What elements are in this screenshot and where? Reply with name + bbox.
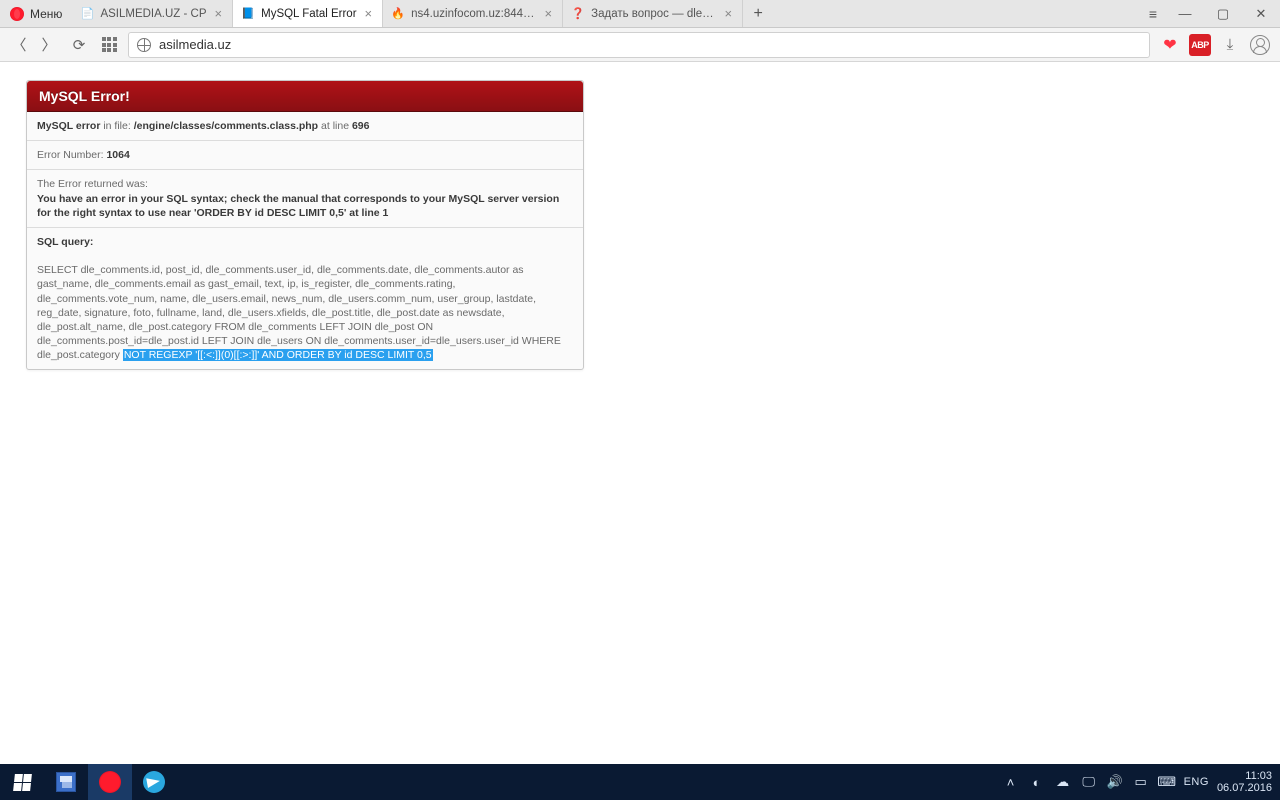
start-button[interactable] bbox=[0, 764, 44, 800]
reload-button[interactable]: ⟳ bbox=[68, 34, 90, 56]
error-number-label: Error Number: bbox=[37, 149, 106, 161]
tab-strip: 📄 ASILMEDIA.UZ - CP × 📘 MySQL Fatal Erro… bbox=[72, 0, 1140, 27]
tray-date: 06.07.2016 bbox=[1217, 782, 1272, 794]
tab-label: ASILMEDIA.UZ - CP bbox=[100, 8, 206, 20]
tray-battery-icon[interactable]: ▭ bbox=[1132, 773, 1150, 791]
close-tab-icon[interactable]: × bbox=[213, 6, 225, 21]
error-message-row: The Error returned was: You have an erro… bbox=[27, 170, 583, 228]
error-title: MySQL Error! bbox=[27, 81, 583, 112]
diskette-icon bbox=[56, 772, 76, 792]
toolbar-right: ❤ ABP ⤓ bbox=[1158, 33, 1272, 57]
tab-uzinfocom[interactable]: 🔥 ns4.uzinfocom.uz:8443 / lo × bbox=[383, 0, 563, 27]
tray-monitor-icon[interactable]: 🖵 bbox=[1080, 773, 1098, 791]
maximize-button[interactable]: ▢ bbox=[1204, 0, 1242, 27]
page-actions-icon[interactable]: ≡ bbox=[1140, 0, 1166, 27]
adblock-plus-button[interactable]: ABP bbox=[1188, 33, 1212, 57]
tab-dle-faq[interactable]: ❓ Задать вопрос — dle-faq × bbox=[563, 0, 743, 27]
url-field[interactable] bbox=[128, 32, 1150, 58]
tray-time: 11:03 bbox=[1217, 770, 1272, 782]
error-returned-label: The Error returned was: bbox=[37, 178, 148, 190]
grid-icon bbox=[102, 37, 117, 52]
tab-label: MySQL Fatal Error bbox=[261, 8, 356, 20]
close-tab-icon[interactable]: × bbox=[543, 6, 555, 21]
opera-logo-icon bbox=[10, 7, 24, 21]
sql-query-highlight[interactable]: NOT REGEXP '[[:<:]](0)[[:>:]]' AND ORDER… bbox=[123, 349, 433, 361]
close-tab-icon[interactable]: × bbox=[723, 6, 735, 21]
tray-chevron-up-icon[interactable]: ˄ bbox=[1002, 773, 1020, 791]
in-file-text: in file: bbox=[100, 120, 133, 132]
close-tab-icon[interactable]: × bbox=[363, 6, 375, 21]
tray-language[interactable]: ENG bbox=[1184, 776, 1209, 788]
back-button[interactable]: 〈 bbox=[8, 34, 30, 56]
windows-logo-icon bbox=[13, 774, 32, 791]
speed-dial-button[interactable] bbox=[98, 34, 120, 56]
error-line-number: 696 bbox=[352, 120, 370, 132]
taskbar-left bbox=[0, 764, 176, 800]
browser-titlebar: Меню 📄 ASILMEDIA.UZ - CP × 📘 MySQL Fatal… bbox=[0, 0, 1280, 28]
sql-query-label: SQL query: bbox=[37, 236, 93, 248]
taskbar-app-opera[interactable] bbox=[88, 764, 132, 800]
tab-label: ns4.uzinfocom.uz:8443 / lo bbox=[411, 8, 536, 20]
page-viewport: MySQL Error! MySQL error in file: /engin… bbox=[0, 62, 1280, 764]
tray-clock[interactable]: 11:03 06.07.2016 bbox=[1217, 770, 1274, 794]
taskbar-app-save[interactable] bbox=[44, 764, 88, 800]
tray-network-icon[interactable]: ◐ bbox=[1028, 773, 1046, 791]
new-tab-button[interactable]: + bbox=[743, 0, 773, 27]
tray-keyboard-icon[interactable]: ⌨ bbox=[1158, 773, 1176, 791]
tray-cloud-icon[interactable]: ☁ bbox=[1054, 773, 1072, 791]
tab-mysql-error[interactable]: 📘 MySQL Fatal Error × bbox=[233, 0, 383, 27]
mysql-error-card: MySQL Error! MySQL error in file: /engin… bbox=[26, 80, 584, 370]
error-message-text: You have an error in your SQL syntax; ch… bbox=[37, 193, 559, 219]
page-favicon-icon: 📘 bbox=[241, 7, 255, 21]
address-bar: 〈 〉 ⟳ ❤ ABP ⤓ bbox=[0, 28, 1280, 62]
window-controls: — ▢ ✕ bbox=[1166, 0, 1280, 27]
forward-button[interactable]: 〉 bbox=[38, 34, 60, 56]
taskbar-app-telegram[interactable] bbox=[132, 764, 176, 800]
sql-query-row: SQL query: SELECT dle_comments.id, post_… bbox=[27, 228, 583, 370]
error-number-row: Error Number: 1064 bbox=[27, 141, 583, 170]
opera-menu-button[interactable]: Меню bbox=[0, 0, 72, 27]
telegram-icon bbox=[143, 771, 165, 793]
minimize-button[interactable]: — bbox=[1166, 0, 1204, 27]
page-favicon-icon: ❓ bbox=[571, 7, 585, 21]
close-window-button[interactable]: ✕ bbox=[1242, 0, 1280, 27]
tab-label: Задать вопрос — dle-faq bbox=[591, 8, 716, 20]
windows-taskbar: ˄ ◐ ☁ 🖵 🔊 ▭ ⌨ ENG 11:03 06.07.2016 bbox=[0, 764, 1280, 800]
error-file-line: MySQL error in file: /engine/classes/com… bbox=[27, 112, 583, 141]
system-tray: ˄ ◐ ☁ 🖵 🔊 ▭ ⌨ ENG 11:03 06.07.2016 bbox=[992, 764, 1280, 800]
sql-query-text[interactable]: SELECT dle_comments.id, post_id, dle_com… bbox=[37, 264, 561, 361]
downloads-button[interactable]: ⤓ bbox=[1218, 33, 1242, 57]
abp-badge: ABP bbox=[1189, 34, 1211, 56]
tray-volume-icon[interactable]: 🔊 bbox=[1106, 773, 1124, 791]
tab-asilmedia-cp[interactable]: 📄 ASILMEDIA.UZ - CP × bbox=[72, 0, 233, 27]
error-file-path: /engine/classes/comments.class.php bbox=[134, 120, 318, 132]
error-number-value: 1064 bbox=[106, 149, 129, 161]
error-body: MySQL error in file: /engine/classes/com… bbox=[27, 112, 583, 369]
bookmark-heart-icon[interactable]: ❤ bbox=[1158, 33, 1182, 57]
menu-label: Меню bbox=[30, 7, 62, 21]
at-line-text: at line bbox=[318, 120, 352, 132]
url-input[interactable] bbox=[159, 37, 1141, 52]
profile-button[interactable] bbox=[1248, 33, 1272, 57]
page-favicon-icon: 📄 bbox=[80, 7, 94, 21]
page-favicon-icon: 🔥 bbox=[391, 7, 405, 21]
mysql-error-label: MySQL error bbox=[37, 120, 100, 132]
globe-icon bbox=[137, 38, 151, 52]
profile-icon bbox=[1250, 35, 1270, 55]
opera-icon bbox=[99, 771, 121, 793]
